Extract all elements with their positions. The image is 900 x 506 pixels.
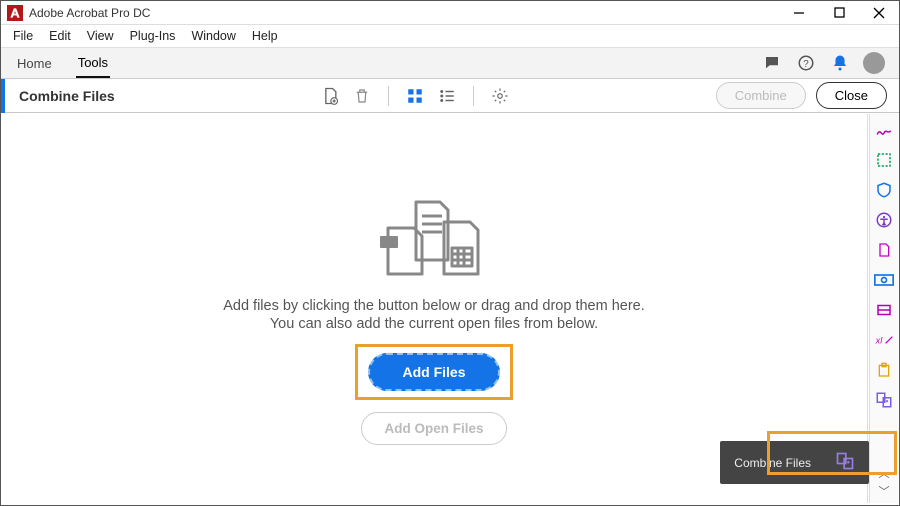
stamp-tool-icon[interactable] [874,300,894,320]
close-button[interactable]: Close [816,82,887,109]
add-open-files-button[interactable]: Add Open Files [361,412,506,445]
add-files-highlight: Add Files [355,344,512,400]
tooltip-label: Combine Files [734,456,811,470]
maximize-button[interactable] [819,1,859,25]
chat-icon[interactable] [761,52,783,74]
menu-plugins[interactable]: Plug-Ins [122,25,184,47]
nav-bar: Home Tools ? [1,47,899,79]
app-title: Adobe Acrobat Pro DC [29,6,779,20]
menu-view[interactable]: View [79,25,122,47]
sign-tool-icon[interactable] [874,120,894,140]
combine-files-tooltip: Combine Files [720,441,869,484]
combine-button[interactable]: Combine [716,82,806,109]
svg-text:xl: xl [875,335,884,345]
title-bar: Adobe Acrobat Pro DC [1,1,899,25]
minimize-button[interactable] [779,1,819,25]
instruction-line-2: You can also add the current open files … [270,316,598,332]
scroll-down-icon[interactable]: ﹀ [879,483,890,499]
right-tool-rail: xl ︿ ﹀ [869,114,898,503]
notification-bell-icon[interactable] [829,52,851,74]
menu-edit[interactable]: Edit [41,25,79,47]
trash-icon[interactable] [348,83,376,109]
svg-text:?: ? [803,59,809,70]
protect-shield-icon[interactable] [874,180,894,200]
menu-help[interactable]: Help [244,25,286,47]
nav-home[interactable]: Home [15,50,54,77]
settings-gear-icon[interactable] [486,83,514,109]
app-logo-icon [7,5,23,21]
redact-tool-icon[interactable] [874,270,894,290]
files-illustration-icon [374,194,494,284]
measure-tool-icon[interactable]: xl [874,330,894,350]
accessibility-icon[interactable] [874,210,894,230]
menu-bar: File Edit View Plug-Ins Window Help [1,25,899,47]
nav-tools[interactable]: Tools [76,49,110,78]
tool-title: Combine Files [19,88,115,104]
menu-file[interactable]: File [5,25,41,47]
export-tool-icon[interactable] [874,150,894,170]
clipboard-tool-icon[interactable] [874,360,894,380]
add-files-button[interactable]: Add Files [368,353,499,391]
menu-window[interactable]: Window [183,25,243,47]
scroll-up-icon[interactable]: ︿ [879,465,890,481]
accent-bar [1,79,5,113]
instruction-line-1: Add files by clicking the button below o… [223,298,645,314]
list-view-icon[interactable] [433,83,461,109]
add-file-icon[interactable] [316,83,344,109]
user-avatar[interactable] [863,52,885,74]
thumbnail-view-icon[interactable] [401,83,429,109]
organize-tool-icon[interactable] [874,240,894,260]
tool-bar: Combine Files Combine Close [1,79,899,113]
combine-tool-icon[interactable] [874,390,894,410]
combine-files-tooltip-icon [835,451,855,474]
help-icon[interactable]: ? [795,52,817,74]
close-window-button[interactable] [859,1,899,25]
